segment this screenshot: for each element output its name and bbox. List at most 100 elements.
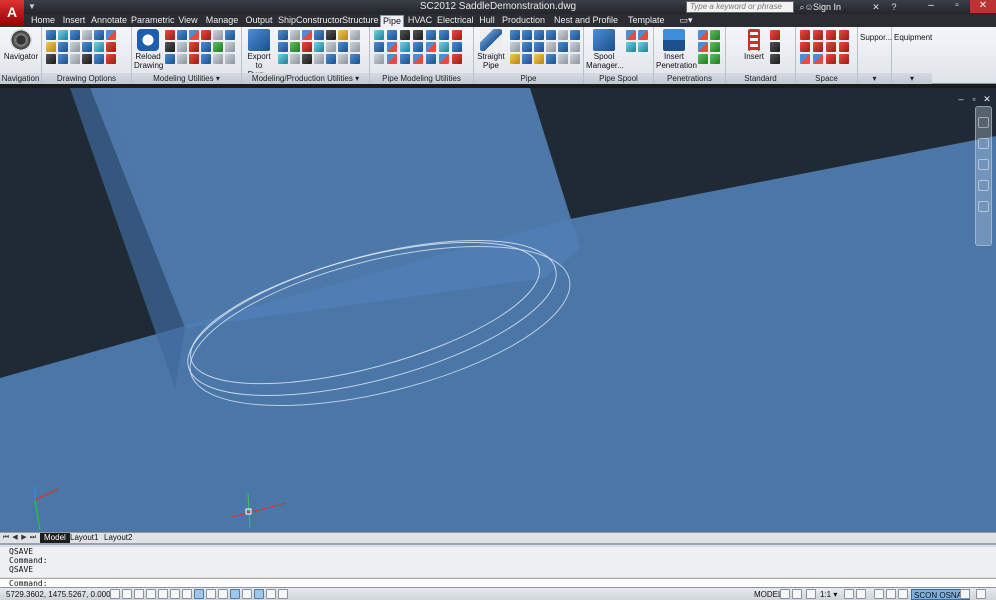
tool-icon[interactable] (82, 42, 92, 52)
tool-icon[interactable] (387, 42, 397, 52)
tool-icon[interactable] (626, 30, 636, 40)
tool-icon[interactable] (570, 42, 580, 52)
tool-icon[interactable] (534, 54, 544, 64)
tool-icon[interactable] (413, 42, 423, 52)
maximize-icon[interactable]: ▫ (944, 0, 970, 13)
tool-icon[interactable] (338, 54, 348, 64)
tab-hvac[interactable]: HVAC (407, 15, 433, 27)
snap-mode-toggle[interactable] (122, 589, 132, 599)
exchange-icon[interactable]: ✕ (870, 1, 882, 13)
tool-icon[interactable] (426, 30, 436, 40)
tool-icon[interactable] (698, 30, 708, 40)
tool-icon[interactable] (698, 42, 708, 52)
layout-tab-layout1[interactable]: Layout1 (66, 533, 102, 543)
tool-icon[interactable] (58, 54, 68, 64)
panel-supports[interactable]: Suppor... ▾ (858, 27, 892, 84)
ribbon-minimize-icon[interactable]: ▭▾ (678, 15, 694, 27)
clean-screen-icon[interactable] (976, 589, 986, 599)
tool-icon[interactable] (350, 42, 360, 52)
tool-icon[interactable] (189, 42, 199, 52)
viewport-minimize-icon[interactable]: – (956, 94, 966, 104)
application-menu-button[interactable]: A (0, 0, 24, 26)
tool-icon[interactable] (800, 42, 810, 52)
tool-icon[interactable] (201, 42, 211, 52)
straight-pipe-button[interactable]: Straight Pipe (476, 29, 506, 70)
first-layout-icon[interactable]: ⏮ (2, 534, 10, 542)
tool-icon[interactable] (387, 54, 397, 64)
tool-icon[interactable] (70, 30, 80, 40)
tool-icon[interactable] (452, 30, 462, 40)
panel-title-modeling-production[interactable]: Modeling/Production Utilities ▾ (242, 73, 369, 84)
tool-icon[interactable] (70, 54, 80, 64)
auto-scale-icon[interactable] (856, 589, 866, 599)
tool-icon[interactable] (558, 30, 568, 40)
tab-manage[interactable]: Manage (204, 15, 240, 27)
search-input[interactable]: Type a keyword or phrase (686, 1, 794, 13)
export-to-dwg-button[interactable]: Export to Dwg... (244, 29, 274, 79)
tool-icon[interactable] (546, 54, 556, 64)
infer-constraints-toggle[interactable] (110, 589, 120, 599)
tool-icon[interactable] (813, 30, 823, 40)
tab-annotate[interactable]: Annotate (91, 15, 127, 27)
tool-icon[interactable] (638, 42, 648, 52)
tool-icon[interactable] (638, 30, 648, 40)
anchor-icon[interactable] (413, 30, 423, 40)
tool-icon[interactable] (278, 30, 288, 40)
tool-icon[interactable] (800, 30, 810, 40)
next-layout-icon[interactable]: ▶ (20, 534, 28, 542)
tool-icon[interactable] (626, 42, 636, 52)
tab-home[interactable]: Home (30, 15, 56, 27)
tool-icon[interactable] (546, 30, 556, 40)
tool-icon[interactable] (546, 42, 556, 52)
tool-icon[interactable] (570, 30, 580, 40)
tool-icon[interactable] (570, 54, 580, 64)
tool-icon[interactable] (800, 54, 810, 64)
anchor-icon[interactable] (400, 30, 410, 40)
tool-icon[interactable] (510, 54, 520, 64)
tool-icon[interactable] (106, 30, 116, 40)
tab-nest-and-profile-plots[interactable]: Nest and Profile Plots (548, 15, 624, 36)
polar-tracking-toggle[interactable] (158, 589, 168, 599)
tool-icon[interactable] (698, 54, 708, 64)
workspace-switching-icon[interactable] (874, 589, 884, 599)
selection-cycling-toggle[interactable] (266, 589, 276, 599)
tool-icon[interactable] (302, 42, 312, 52)
tool-icon[interactable] (94, 42, 104, 52)
tool-icon[interactable] (839, 42, 849, 52)
tab-shipconstructor[interactable]: ShipConstructor (278, 15, 343, 27)
quick-properties-toggle[interactable] (254, 589, 264, 599)
reload-drawing-button[interactable]: Reload Drawing (134, 29, 163, 70)
tool-icon[interactable] (813, 54, 823, 64)
tool-icon[interactable] (452, 54, 462, 64)
tool-icon[interactable] (374, 54, 384, 64)
tool-icon[interactable] (558, 54, 568, 64)
viewport-restore-icon[interactable]: ▫ (969, 94, 979, 104)
tool-icon[interactable] (106, 42, 116, 52)
prev-layout-icon[interactable]: ◀ (11, 534, 19, 542)
layout-tab-layout2[interactable]: Layout2 (100, 533, 136, 543)
tool-icon[interactable] (710, 42, 720, 52)
tab-template[interactable]: Template (628, 15, 665, 27)
tool-icon[interactable] (314, 42, 324, 52)
tool-icon[interactable] (374, 30, 384, 40)
tab-view[interactable]: View (177, 15, 199, 27)
tool-icon[interactable] (326, 42, 336, 52)
tool-icon[interactable] (510, 42, 520, 52)
tool-icon[interactable] (58, 30, 68, 40)
annotation-scale-icon[interactable] (806, 589, 816, 599)
tool-icon[interactable] (439, 54, 449, 64)
tool-icon[interactable] (426, 42, 436, 52)
showmotion-icon[interactable] (978, 201, 989, 212)
tool-icon[interactable] (338, 30, 348, 40)
object-snap-toggle[interactable] (170, 589, 180, 599)
spool-manager-button[interactable]: Spool Manager... (586, 29, 624, 70)
insert-penetration-button[interactable]: Insert Penetration (656, 29, 697, 70)
tool-icon[interactable] (201, 54, 211, 64)
tool-icon[interactable] (710, 30, 720, 40)
3d-osnap-toggle[interactable] (182, 589, 192, 599)
lock-toolbar-icon[interactable] (886, 589, 896, 599)
panel-title-modeling-utilities[interactable]: Modeling Utilities ▾ (132, 73, 241, 84)
help-icon[interactable]: ? (888, 1, 900, 13)
tool-icon[interactable] (290, 30, 300, 40)
equipment-label[interactable]: Equipment (894, 33, 932, 42)
